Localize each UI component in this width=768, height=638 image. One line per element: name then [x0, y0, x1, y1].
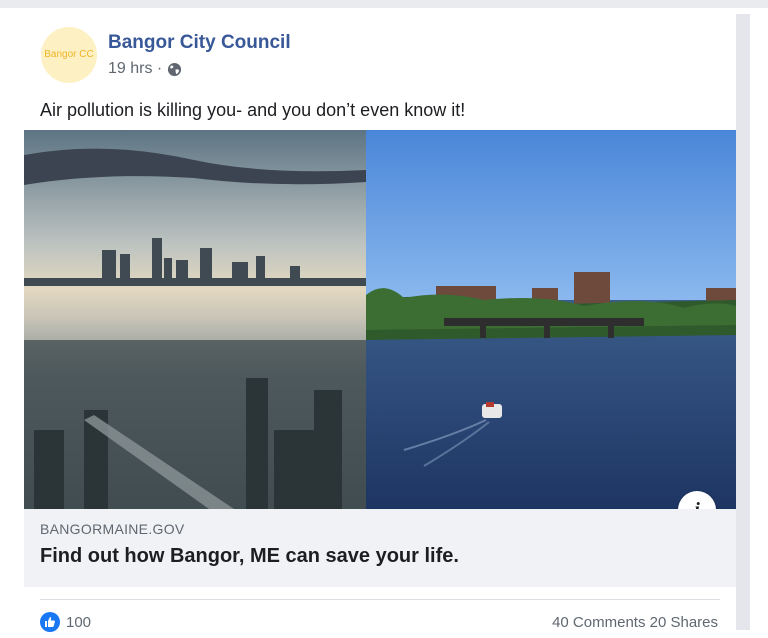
- post-text: Air pollution is killing you- and you do…: [40, 100, 466, 120]
- post-card: Bangor CC Bangor City Council 19 hrs · A…: [24, 14, 736, 632]
- link-headline[interactable]: Find out how Bangor, ME can save your li…: [40, 545, 459, 568]
- divider: [40, 599, 720, 600]
- comments-shares-count[interactable]: 40 Comments 20 Shares: [552, 614, 718, 631]
- like-reaction-icon: [40, 612, 60, 632]
- comparison-photo: [24, 130, 736, 509]
- page-name-link[interactable]: Bangor City Council: [108, 32, 291, 54]
- globe-icon[interactable]: [167, 62, 182, 77]
- reaction-summary[interactable]: 100: [40, 612, 91, 632]
- reaction-count: 100: [66, 613, 92, 631]
- avatar-label: Bangor CC: [44, 49, 94, 60]
- link-domain: BANGORMAINE.GOV: [40, 521, 185, 537]
- avatar[interactable]: Bangor CC: [41, 27, 97, 83]
- post-meta: 19 hrs ·: [108, 60, 182, 78]
- timestamp[interactable]: 19 hrs ·: [108, 60, 162, 78]
- link-preview[interactable]: BANGORMAINE.GOV Find out how Bangor, ME …: [24, 509, 736, 587]
- post-image[interactable]: [24, 130, 736, 509]
- scroll-rail: [736, 14, 750, 630]
